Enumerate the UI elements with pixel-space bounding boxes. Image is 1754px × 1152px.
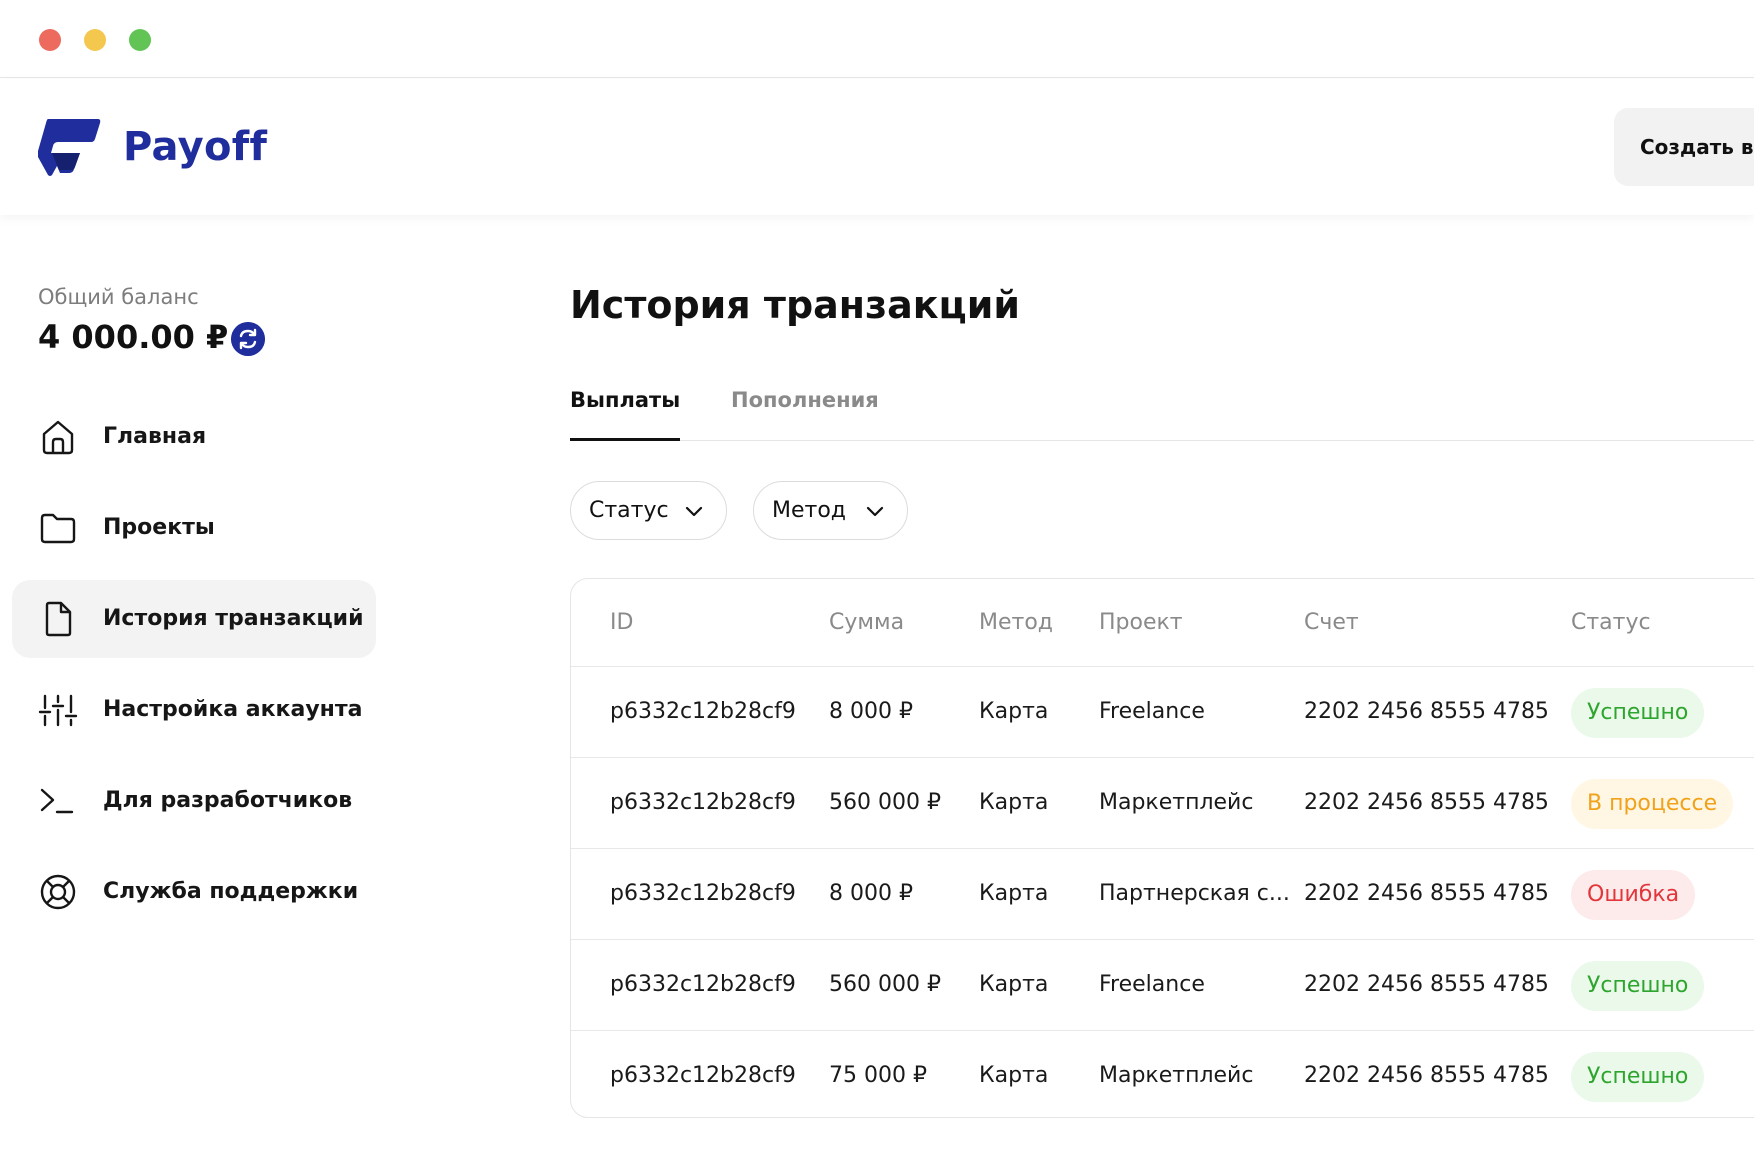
tab-deposits[interactable]: Пополнения: [731, 388, 879, 412]
create-button[interactable]: Создать в: [1614, 108, 1754, 186]
window-close-button[interactable]: [39, 29, 61, 51]
sidebar-item-account-settings[interactable]: Настройка аккаунта: [12, 671, 376, 749]
page-title: История транзакций: [570, 283, 1020, 327]
sidebar-item-developers[interactable]: Для разработчиков: [12, 762, 376, 840]
balance-label: Общий баланс: [38, 285, 199, 309]
folder-icon: [40, 513, 76, 544]
sidebar-item-label: Настройка аккаунта: [103, 697, 363, 722]
column-header-sum[interactable]: Сумма: [829, 579, 979, 666]
cell-project: Маркетплейс: [1099, 1063, 1254, 1088]
status-filter[interactable]: Статус: [570, 481, 727, 540]
cell-project: Партнерская с...: [1099, 881, 1290, 906]
refresh-balance-icon[interactable]: [231, 322, 265, 356]
cell-method: Карта: [979, 881, 1049, 906]
window-minimize-button[interactable]: [84, 29, 106, 51]
lifebuoy-icon: [40, 874, 76, 910]
cell-method: Карта: [979, 972, 1049, 997]
tab-payouts[interactable]: Выплаты: [570, 388, 680, 412]
sidebar-item-home[interactable]: Главная: [12, 398, 376, 476]
column-header-status[interactable]: Статус: [1571, 579, 1754, 666]
table-header: ID Сумма Метод Проект Счет Статус: [571, 579, 1754, 666]
cell-id: p6332c12b28cf9: [610, 699, 796, 724]
sidebar-item-label: Для разработчиков: [103, 788, 353, 813]
status-badge: Успешно: [1571, 961, 1705, 1011]
cell-account: 2202 2456 8555 4785: [1304, 790, 1549, 815]
home-icon: [42, 420, 74, 455]
sliders-icon: [38, 694, 78, 727]
document-icon: [45, 601, 72, 637]
method-filter-label: Метод: [772, 498, 847, 523]
cell-id: p6332c12b28cf9: [610, 881, 796, 906]
cell-id: p6332c12b28cf9: [610, 790, 796, 815]
sidebar-item-support[interactable]: Служба поддержки: [12, 853, 376, 931]
cell-project: Маркетплейс: [1099, 790, 1254, 815]
status-badge: Успешно: [1571, 1052, 1705, 1102]
sidebar-item-projects[interactable]: Проекты: [12, 489, 376, 567]
sidebar-item-transactions[interactable]: История транзакций: [12, 580, 376, 658]
transactions-table: ID Сумма Метод Проект Счет Статус p6332c…: [570, 578, 1754, 1118]
active-tab-indicator: [570, 438, 680, 441]
column-header-method[interactable]: Метод: [979, 579, 1099, 666]
cell-method: Карта: [979, 699, 1049, 724]
app-header: Payoff Создать в: [0, 79, 1754, 215]
cell-account: 2202 2456 8555 4785: [1304, 881, 1549, 906]
table-row[interactable]: p6332c12b28cf9 75 000 ₽ Карта Маркетплей…: [571, 1030, 1754, 1117]
cell-method: Карта: [979, 790, 1049, 815]
window-titlebar: [0, 0, 1754, 78]
cell-id: p6332c12b28cf9: [610, 1063, 796, 1088]
cell-sum: 75 000 ₽: [829, 1063, 927, 1088]
cell-sum: 560 000 ₽: [829, 790, 941, 815]
table-row[interactable]: p6332c12b28cf9 560 000 ₽ Карта Freelance…: [571, 939, 1754, 1030]
sidebar-item-label: История транзакций: [103, 606, 364, 631]
status-badge: Ошибка: [1571, 870, 1696, 920]
sidebar-item-label: Главная: [103, 424, 207, 449]
sidebar-item-label: Служба поддержки: [103, 879, 359, 904]
cell-project: Freelance: [1099, 972, 1205, 997]
cell-sum: 8 000 ₽: [829, 881, 913, 906]
sidebar-item-label: Проекты: [103, 515, 215, 540]
table-row[interactable]: p6332c12b28cf9 8 000 ₽ Карта Freelance 2…: [571, 666, 1754, 757]
column-header-account[interactable]: Счет: [1304, 579, 1564, 666]
cell-sum: 8 000 ₽: [829, 699, 913, 724]
window-maximize-button[interactable]: [129, 29, 151, 51]
table-row[interactable]: p6332c12b28cf9 560 000 ₽ Карта Маркетпле…: [571, 757, 1754, 848]
column-header-project[interactable]: Проект: [1099, 579, 1299, 666]
payoff-logo-icon[interactable]: [38, 117, 101, 177]
status-filter-label: Статус: [589, 498, 669, 523]
app-name: Payoff: [123, 124, 268, 170]
status-badge: В процессе: [1571, 779, 1734, 829]
cell-account: 2202 2456 8555 4785: [1304, 972, 1549, 997]
method-filter[interactable]: Метод: [753, 481, 908, 540]
cell-account: 2202 2456 8555 4785: [1304, 699, 1549, 724]
table-row[interactable]: p6332c12b28cf9 8 000 ₽ Карта Партнерская…: [571, 848, 1754, 939]
cell-id: p6332c12b28cf9: [610, 972, 796, 997]
chevron-down-icon: [866, 506, 884, 517]
tabs-divider: [570, 440, 1754, 441]
balance-value: 4 000.00 ₽: [38, 318, 229, 356]
cell-method: Карта: [979, 1063, 1049, 1088]
terminal-icon: [40, 788, 74, 814]
status-badge: Успешно: [1571, 688, 1705, 738]
cell-sum: 560 000 ₽: [829, 972, 941, 997]
cell-project: Freelance: [1099, 699, 1205, 724]
column-header-id[interactable]: ID: [610, 579, 810, 666]
cell-account: 2202 2456 8555 4785: [1304, 1063, 1549, 1088]
chevron-down-icon: [685, 506, 703, 517]
